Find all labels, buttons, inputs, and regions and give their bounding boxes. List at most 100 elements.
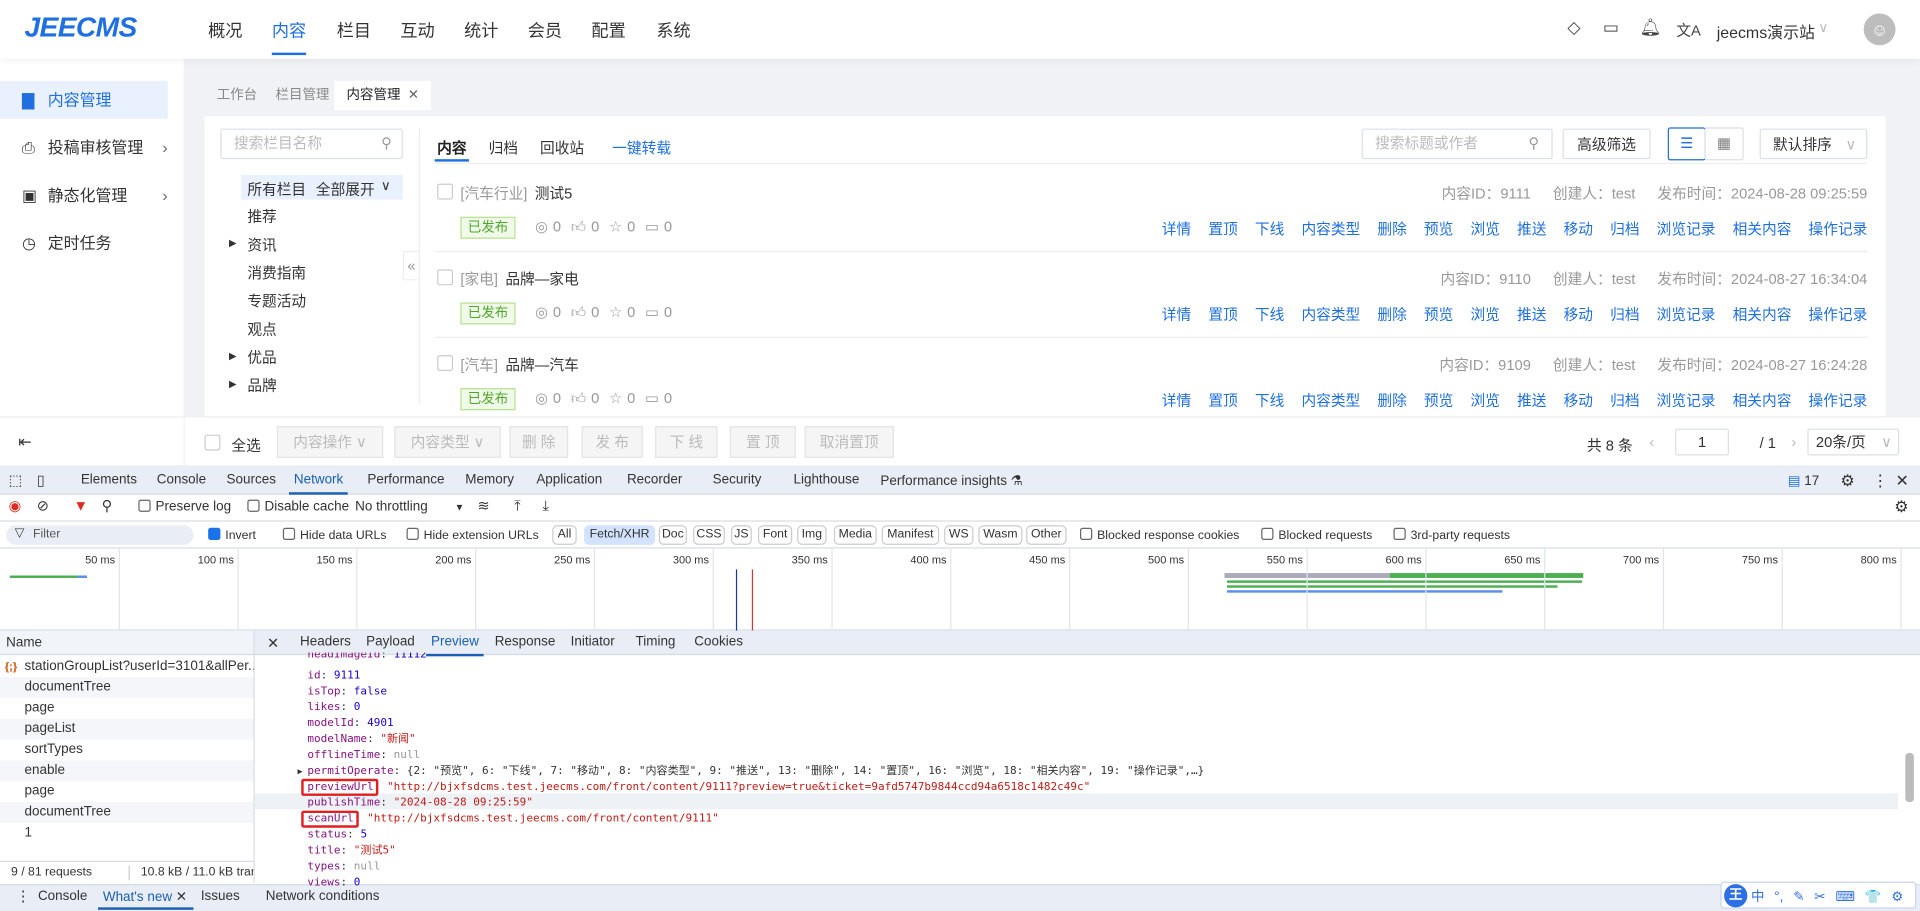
- devtools-tab[interactable]: Performance: [367, 473, 444, 488]
- batch-button-5[interactable]: 置 顶: [729, 426, 796, 458]
- nav-item-0[interactable]: 概况: [208, 18, 242, 42]
- resource-type-chip[interactable]: Fetch/XHR: [584, 525, 656, 545]
- request-row[interactable]: {;} page: [0, 660, 253, 719]
- resource-type-chip[interactable]: All: [552, 525, 577, 545]
- close-devtools-icon[interactable]: ✕: [1896, 471, 1909, 491]
- action-link[interactable]: 归档: [1610, 392, 1639, 409]
- tree-item[interactable]: ▶ 资讯: [229, 234, 277, 255]
- action-link[interactable]: 详情: [1162, 392, 1191, 409]
- devtools-tab[interactable]: Security: [713, 473, 762, 488]
- action-link[interactable]: 浏览: [1470, 306, 1499, 323]
- action-link[interactable]: 移动: [1564, 306, 1593, 323]
- row-checkbox[interactable]: [437, 269, 454, 286]
- drawer-tab-issues[interactable]: Issues: [201, 889, 240, 904]
- name-column-header[interactable]: Name: [0, 630, 254, 656]
- screenshot-icon[interactable]: ✂: [1814, 890, 1825, 905]
- list-tab-1[interactable]: 归档: [489, 137, 518, 158]
- resource-type-chip[interactable]: JS: [731, 525, 752, 545]
- devtools-tab[interactable]: Lighthouse: [793, 473, 859, 488]
- nav-item-7[interactable]: 系统: [656, 18, 690, 42]
- request-row[interactable]: {;} page: [0, 660, 253, 802]
- detail-tab[interactable]: Cookies: [694, 634, 743, 649]
- issues-badge[interactable]: ▤ 17: [1788, 473, 1819, 489]
- action-link[interactable]: 删除: [1377, 306, 1406, 323]
- third-party-checkbox[interactable]: 3rd-party requests: [1393, 527, 1510, 542]
- action-link[interactable]: 下线: [1255, 392, 1284, 409]
- content-title[interactable]: [汽车行业] 测试5: [460, 182, 572, 203]
- clear-icon[interactable]: ⊘: [37, 497, 49, 514]
- sidebar-item-1[interactable]: ⎙ 投稿审核管理 ›: [0, 129, 168, 167]
- preview-scrollbar[interactable]: [1902, 667, 1914, 863]
- resource-type-chip[interactable]: Font: [757, 525, 793, 545]
- hide-data-urls-checkbox[interactable]: Hide data URLs: [282, 527, 386, 542]
- action-link[interactable]: 相关内容: [1733, 392, 1792, 409]
- paint-bucket-icon[interactable]: ◇: [1567, 17, 1580, 38]
- batch-button-2[interactable]: 删 除: [509, 426, 569, 458]
- action-link[interactable]: 预览: [1424, 220, 1453, 237]
- blocked-cookies-checkbox[interactable]: Blocked response cookies: [1080, 527, 1239, 542]
- chevron-down-icon[interactable]: ∨: [1818, 20, 1828, 36]
- action-link[interactable]: 内容类型: [1301, 392, 1360, 409]
- handwriting-icon[interactable]: ✎: [1793, 890, 1804, 905]
- resource-type-chip[interactable]: WS: [944, 525, 974, 545]
- tree-item[interactable]: 专题活动: [247, 290, 306, 311]
- action-link[interactable]: 移动: [1564, 392, 1593, 409]
- batch-button-4[interactable]: 下 线: [655, 426, 718, 458]
- resource-type-chip[interactable]: Doc: [658, 525, 687, 545]
- action-link[interactable]: 内容类型: [1301, 306, 1360, 323]
- keyboard-icon[interactable]: ⌨: [1835, 890, 1854, 905]
- search-icon[interactable]: ⚲: [1528, 130, 1539, 158]
- detail-tab[interactable]: Timing: [636, 634, 676, 649]
- close-tab-icon[interactable]: ✕: [408, 88, 419, 103]
- close-tab-icon[interactable]: ✕: [176, 890, 187, 905]
- detail-tab[interactable]: Headers: [300, 634, 351, 649]
- collapse-tree-button[interactable]: «: [402, 251, 421, 281]
- nav-item-2[interactable]: 栏目: [337, 18, 371, 42]
- filter-funnel-icon[interactable]: ▼: [73, 497, 88, 514]
- devtools-tab[interactable]: Performance insights ⚗: [880, 473, 1022, 489]
- action-link[interactable]: 浏览: [1470, 392, 1499, 409]
- grid-view-icon[interactable]: ▦: [1704, 127, 1744, 161]
- sidebar-item-3[interactable]: ◷ 定时任务: [0, 224, 168, 262]
- request-row[interactable]: {;} 1: [0, 660, 253, 844]
- detail-tab[interactable]: Response: [495, 634, 556, 649]
- invert-checkbox[interactable]: Invert: [208, 527, 256, 542]
- sort-select[interactable]: 默认排序 ∨: [1759, 128, 1868, 160]
- punctuation-icon[interactable]: °,: [1774, 890, 1783, 905]
- action-link[interactable]: 归档: [1610, 306, 1639, 323]
- skin-icon[interactable]: 👕: [1865, 890, 1882, 905]
- action-link[interactable]: 下线: [1255, 220, 1284, 237]
- sidebar-item-0[interactable]: ▇ 内容管理: [0, 80, 168, 119]
- collapse-menu-icon[interactable]: ⇤: [18, 432, 31, 452]
- throttling-select[interactable]: No throttling ▼: [355, 500, 464, 515]
- drawer-tab-whats-new[interactable]: What's new ✕: [103, 889, 187, 905]
- action-link[interactable]: 置顶: [1208, 306, 1237, 323]
- expand-arrow-icon[interactable]: ▶: [298, 764, 303, 780]
- sidebar-item-2[interactable]: ▣ 静态化管理 ›: [0, 176, 168, 214]
- select-all-checkbox[interactable]: [204, 434, 221, 451]
- action-link[interactable]: 删除: [1377, 392, 1406, 409]
- site-selector[interactable]: jeecms演示站: [1717, 20, 1815, 43]
- export-har-icon[interactable]: ⤓: [542, 497, 549, 515]
- action-link[interactable]: 删除: [1377, 220, 1406, 237]
- preview-line[interactable]: ▶ permitOperate: {2: "预览", 6: "下线", 7: "移…: [298, 764, 1205, 780]
- resource-type-chip[interactable]: Media: [833, 525, 877, 545]
- hide-extension-urls-checkbox[interactable]: Hide extension URLs: [406, 527, 539, 542]
- pane-divider[interactable]: [253, 630, 255, 883]
- content-title[interactable]: [家电] 品牌—家电: [460, 268, 578, 289]
- close-detail-icon[interactable]: ✕: [267, 634, 279, 651]
- detail-tab[interactable]: Initiator: [571, 634, 615, 649]
- page-tab-1[interactable]: 栏目管理: [276, 81, 330, 110]
- request-row[interactable]: {;} sortTypes: [0, 660, 253, 761]
- disable-cache-checkbox[interactable]: Disable cache: [247, 499, 349, 514]
- action-link[interactable]: 操作记录: [1809, 392, 1868, 409]
- tree-item[interactable]: 推荐: [247, 206, 276, 227]
- resource-type-chip[interactable]: Wasm: [978, 525, 1023, 545]
- batch-button-3[interactable]: 发 布: [581, 426, 643, 458]
- jeecms-logo[interactable]: JEECMS: [24, 11, 137, 44]
- action-link[interactable]: 浏览记录: [1657, 220, 1716, 237]
- resource-type-chip[interactable]: Other: [1026, 525, 1067, 545]
- nav-item-5[interactable]: 会员: [528, 18, 562, 42]
- preserve-log-checkbox[interactable]: Preserve log: [138, 499, 231, 514]
- expand-all-toggle[interactable]: 全部展开: [316, 179, 375, 200]
